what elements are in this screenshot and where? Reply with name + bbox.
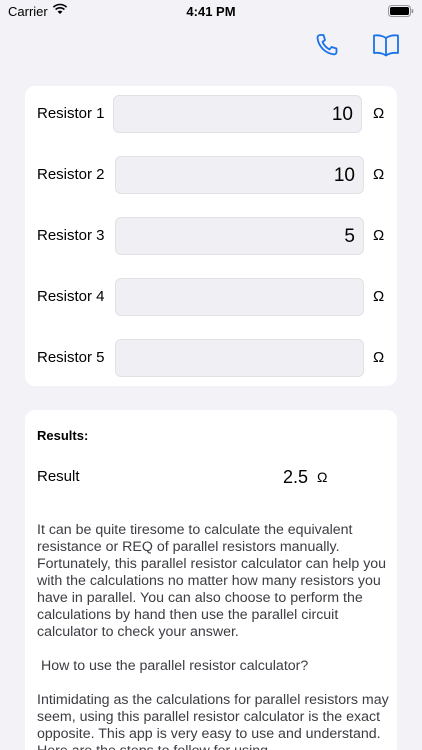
description-paragraph-3: Intimidating as the calculations for par… bbox=[37, 692, 389, 750]
resistor-3-label: Resistor 3 bbox=[37, 227, 105, 244]
navigation-bar bbox=[0, 24, 422, 68]
resistor-3-unit: Ω bbox=[373, 227, 385, 244]
book-icon[interactable] bbox=[372, 32, 400, 58]
resistor-1-unit: Ω bbox=[373, 105, 385, 122]
resistor-5-unit: Ω bbox=[373, 349, 385, 366]
result-label: Result bbox=[37, 468, 80, 485]
description-paragraph-1: It can be quite tiresome to calculate th… bbox=[37, 522, 387, 640]
result-value: 2.5 bbox=[283, 467, 309, 487]
resistor-3-input[interactable]: 5 bbox=[115, 217, 364, 255]
resistor-row-3: Resistor 3 5 Ω bbox=[25, 217, 397, 255]
results-title: Results: bbox=[37, 428, 89, 443]
resistor-row-1: Resistor 1 10 Ω bbox=[25, 95, 397, 133]
resistor-4-unit: Ω bbox=[373, 288, 385, 305]
status-bar: Carrier 4:41 PM bbox=[0, 0, 422, 24]
resistor-input-card: Resistor 1 10 Ω Resistor 2 10 Ω Resistor… bbox=[25, 86, 397, 386]
resistor-1-label: Resistor 1 bbox=[37, 105, 105, 122]
description-paragraph-2: How to use the parallel resistor calcula… bbox=[37, 658, 309, 674]
resistor-4-input[interactable] bbox=[115, 278, 364, 316]
phone-icon[interactable] bbox=[314, 32, 342, 58]
result-unit: Ω bbox=[317, 469, 328, 485]
resistor-2-label: Resistor 2 bbox=[37, 166, 105, 183]
resistor-row-4: Resistor 4 Ω bbox=[25, 278, 397, 316]
resistor-4-label: Resistor 4 bbox=[37, 288, 105, 305]
description-text: It can be quite tiresome to calculate th… bbox=[37, 522, 389, 750]
resistor-row-5: Resistor 5 Ω bbox=[25, 339, 397, 377]
resistor-2-unit: Ω bbox=[373, 166, 385, 183]
results-card: Results: Result 2.5 Ω It can be quite ti… bbox=[25, 410, 397, 750]
resistor-5-input[interactable] bbox=[115, 339, 364, 377]
battery-icon bbox=[388, 5, 414, 20]
resistor-2-input[interactable]: 10 bbox=[115, 156, 364, 194]
resistor-1-input[interactable]: 10 bbox=[113, 95, 362, 133]
resistor-5-label: Resistor 5 bbox=[37, 349, 105, 366]
status-time: 4:41 PM bbox=[186, 4, 236, 19]
resistor-row-2: Resistor 2 10 Ω bbox=[25, 156, 397, 194]
